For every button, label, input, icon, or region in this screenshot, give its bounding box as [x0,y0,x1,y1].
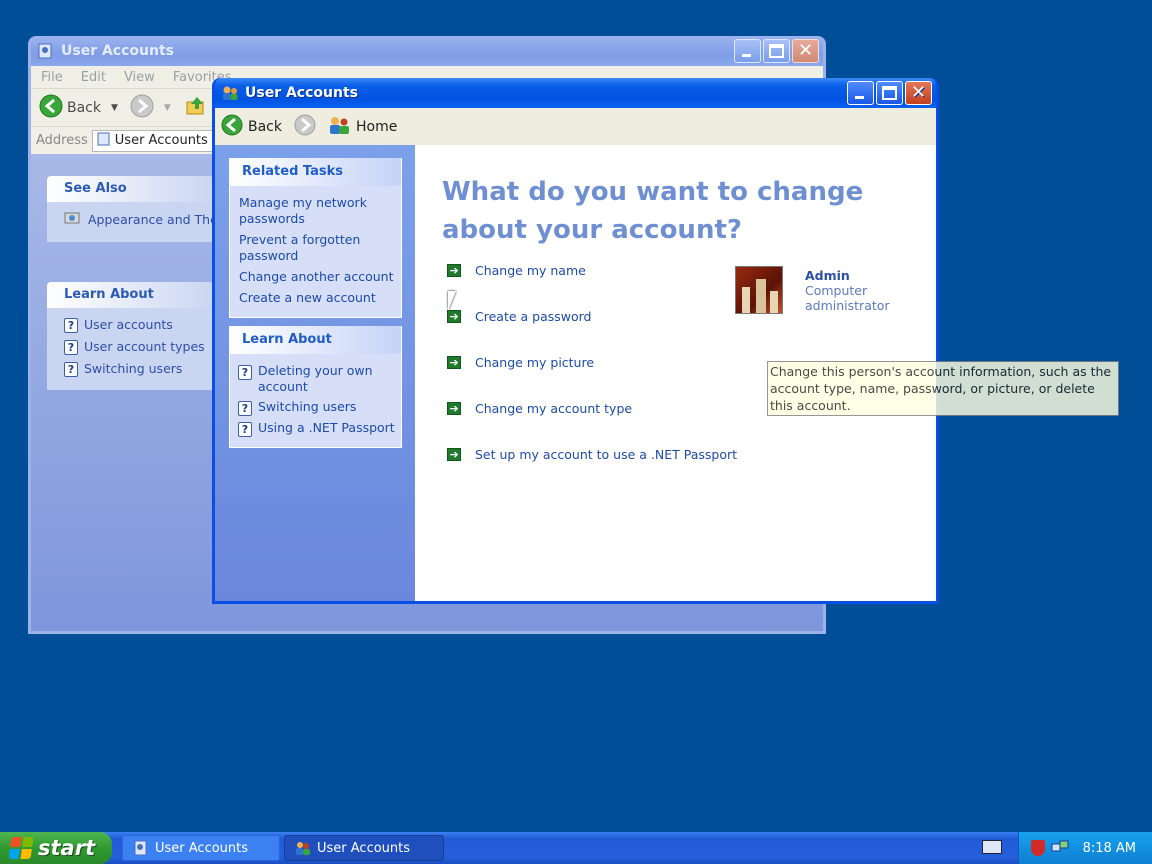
home-icon[interactable] [328,115,352,139]
background-window-title: User Accounts [61,43,174,59]
maximize-button[interactable] [876,81,903,105]
see-also-header: See Also [47,176,217,202]
learn-about-header: Learn About [230,326,401,354]
mouse-cursor-icon [448,291,464,311]
prevent-forgotten-password-link[interactable]: Prevent a forgotten password [239,232,395,264]
maximize-icon [882,86,897,100]
change-another-account-link[interactable]: Change another account [239,269,395,285]
back-dropdown-icon[interactable]: ▼ [111,103,118,113]
address-page-icon [97,132,111,150]
address-label: Address [36,133,88,148]
forward-dropdown-icon[interactable]: ▼ [164,103,171,113]
see-also-appearance-link[interactable]: Appearance and Ther [64,210,223,229]
related-tasks-panel: Related Tasks Manage my network password… [229,158,402,318]
net-passport-link[interactable]: ➔ Set up my account to use a .NET Passpo… [447,447,737,462]
minimize-icon [855,96,864,99]
help-icon: ? [64,362,78,377]
change-account-type-link[interactable]: ➔ Change my account type [447,401,632,416]
start-button[interactable]: start [0,832,112,864]
back-arrow-icon[interactable] [39,94,63,122]
help-icon: ? [238,422,252,437]
system-tray: 8:18 AM [1018,832,1152,864]
help-icon: ? [238,365,252,380]
close-icon: ✕ [797,40,814,61]
green-arrow-icon: ➔ [447,310,461,323]
avatar [735,266,783,314]
create-password-link[interactable]: ➔ Create a password [447,309,592,324]
foreground-window-title: User Accounts [245,85,358,101]
change-name-link[interactable]: ➔ Change my name [447,263,586,278]
maximize-icon [769,44,784,58]
user-accounts-icon [37,42,55,60]
help-icon: ? [64,318,78,333]
menu-edit[interactable]: Edit [81,70,106,85]
forward-arrow-icon[interactable] [294,114,316,140]
change-picture-link[interactable]: ➔ Change my picture [447,355,594,370]
page-title: What do you want to change about your ac… [442,177,864,245]
folder-up-icon[interactable] [185,95,207,121]
back-arrow-icon[interactable] [221,114,243,140]
user-accounts-icon [221,84,239,102]
learn-user-account-types-link[interactable]: ? User account types [64,338,217,355]
menu-view[interactable]: View [124,70,155,85]
using-net-passport-link[interactable]: ? Using a .NET Passport [234,420,395,437]
network-icon[interactable] [1051,840,1069,856]
taskbar-button-user-accounts-1[interactable]: User Accounts [122,835,280,861]
taskbar-button-user-accounts-2[interactable]: User Accounts [284,835,444,861]
background-window-titlebar[interactable]: User Accounts ✕ [31,36,823,66]
minimize-icon [742,54,751,57]
appearance-icon [64,210,80,229]
forward-arrow-icon[interactable] [130,94,154,122]
task-pane: Related Tasks Manage my network password… [215,145,415,601]
learn-about-header-bg: Learn About [47,282,217,308]
address-value: User Accounts [114,133,208,148]
user-card: Admin Computer administrator [735,266,890,314]
taskbar: start User Accounts User Accounts 8:18 A… [0,832,1152,864]
create-new-account-link[interactable]: Create a new account [239,290,395,306]
help-icon: ? [64,340,78,355]
keyboard-icon[interactable] [982,840,1002,854]
minimize-button[interactable] [847,81,874,105]
related-tasks-header: Related Tasks [230,158,401,186]
switching-users-link[interactable]: ? Switching users [234,399,395,416]
clock[interactable]: 8:18 AM [1083,841,1136,856]
foreground-window-titlebar[interactable]: User Accounts ✕ [215,78,936,108]
deleting-own-account-link[interactable]: ? Deleting your own account [234,363,395,395]
start-label: start [38,836,96,860]
user-accounts-icon [133,840,149,856]
learn-about-panel: Learn About ? Deleting your own account ?… [229,326,402,448]
content-area: What do you want to change about your ac… [415,145,1119,601]
back-button-label[interactable]: Back [248,119,282,135]
learn-user-accounts-link[interactable]: ? User accounts [64,316,217,333]
learn-about-panel-bg: Learn About ? User accounts ? User account… [47,282,217,390]
user-accounts-icon [295,840,311,856]
menu-file[interactable]: File [41,70,63,85]
close-button[interactable]: ✕ [905,81,932,105]
green-arrow-icon: ➔ [447,402,461,415]
user-role: Computer administrator [805,283,890,313]
back-button-label[interactable]: Back [67,100,101,116]
tooltip: Change this person's account information… [767,361,1119,416]
see-also-panel: See Also Appearance and Ther [47,176,223,242]
minimize-button[interactable] [734,39,761,63]
close-button[interactable]: ✕ [792,39,819,63]
green-arrow-icon: ➔ [447,448,461,461]
address-input[interactable]: User Accounts [91,129,232,152]
close-icon: ✕ [910,82,927,103]
windows-logo-icon [8,837,34,859]
maximize-button[interactable] [763,39,790,63]
security-shield-icon[interactable] [1031,840,1045,856]
learn-switching-users-link-bg[interactable]: ? Switching users [64,360,217,377]
green-arrow-icon: ➔ [447,264,461,277]
user-name: Admin [805,268,850,283]
green-arrow-icon: ➔ [447,356,461,369]
home-button-label[interactable]: Home [356,119,397,135]
foreground-window[interactable]: User Accounts ✕ Back Home Related Tasks … [212,78,1119,604]
manage-network-passwords-link[interactable]: Manage my network passwords [239,195,395,227]
foreground-toolbar: Back Home [215,108,936,145]
help-icon: ? [238,401,252,416]
